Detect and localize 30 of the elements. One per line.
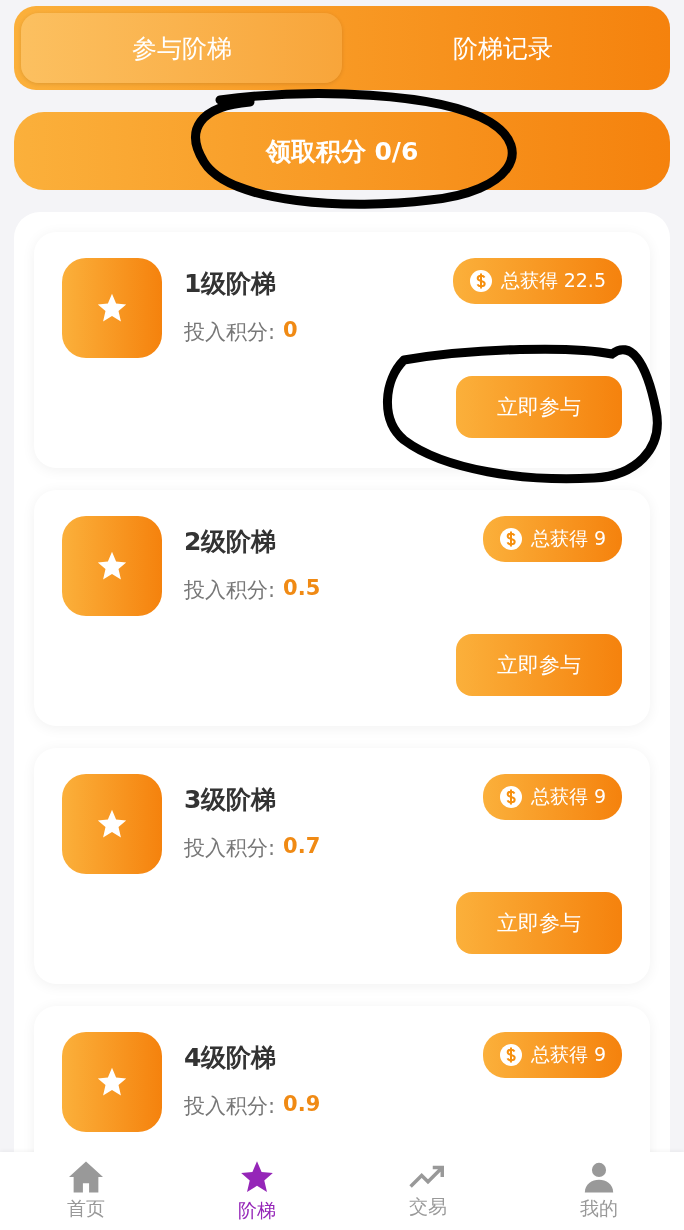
join-button[interactable]: 立即参与 — [456, 892, 622, 954]
input-points-value: 0.7 — [283, 834, 321, 860]
ladder-title: 2级阶梯 — [184, 525, 277, 558]
ladder-title: 3级阶梯 — [184, 783, 277, 816]
earned-total: 总获得 9 — [530, 1042, 606, 1067]
claim-points-button[interactable]: 领取积分 0/6 — [14, 112, 670, 190]
earned-total: 总获得 22.5 — [500, 268, 606, 293]
tab[interactable]: 参与阶梯 — [21, 13, 342, 83]
input-points-value: 0.5 — [283, 576, 321, 602]
input-points-label: 投入积分: — [184, 577, 276, 604]
nav-item[interactable]: 我的 — [513, 1152, 684, 1230]
nav-item[interactable]: 交易 — [342, 1152, 513, 1230]
input-points-value: 0.9 — [283, 1092, 321, 1118]
earned-total: 总获得 9 — [530, 526, 606, 551]
input-points-label: 投入积分: — [184, 1093, 276, 1120]
dollar-coin-icon — [498, 785, 523, 809]
tab[interactable]: 阶梯记录 — [342, 13, 663, 83]
join-button[interactable]: 立即参与 — [456, 634, 622, 696]
earned-total: 总获得 9 — [530, 784, 606, 809]
dollar-coin-icon — [468, 269, 493, 293]
input-points-label: 投入积分: — [184, 319, 276, 346]
ladder-title: 4级阶梯 — [184, 1041, 277, 1074]
nav-item[interactable]: 首页 — [0, 1152, 171, 1230]
nav-item[interactable]: 阶梯 — [171, 1152, 342, 1230]
dollar-coin-icon — [498, 1043, 523, 1067]
input-points-label: 投入积分: — [184, 835, 276, 862]
dollar-coin-icon — [498, 527, 523, 551]
input-points-value: 0 — [283, 318, 298, 344]
join-button[interactable]: 立即参与 — [456, 376, 622, 438]
ladder-title: 1级阶梯 — [184, 267, 277, 300]
